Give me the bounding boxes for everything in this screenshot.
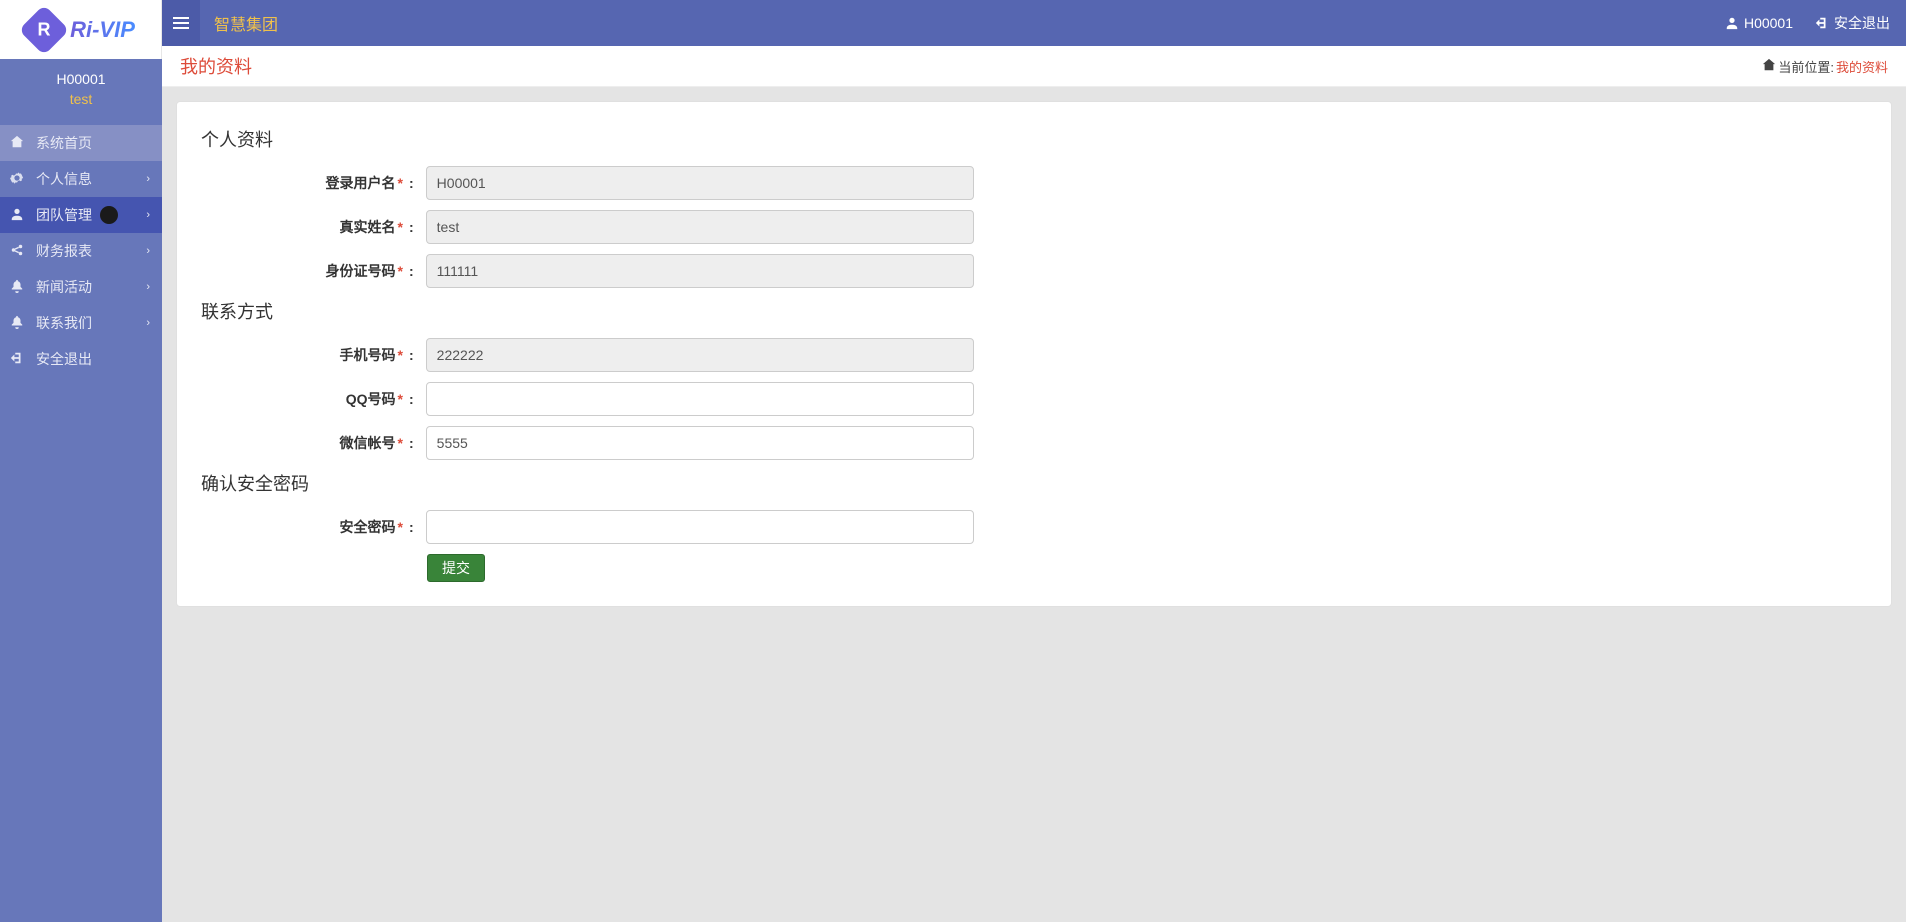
- breadcrumb-label: 当前位置:: [1778, 57, 1834, 76]
- sidebar-item-contact[interactable]: 联系我们 ›: [0, 305, 162, 341]
- input-mobile: [426, 338, 974, 372]
- input-realname: [426, 210, 974, 244]
- bell-icon: [10, 315, 26, 332]
- form-row-realname: 真实姓名*:: [201, 210, 1867, 244]
- chevron-right-icon: ›: [146, 317, 150, 329]
- input-wechat[interactable]: [426, 426, 974, 460]
- label-idnumber: 身份证号码*: [201, 261, 409, 281]
- label-safepwd: 安全密码*: [201, 517, 409, 537]
- chevron-right-icon: ›: [146, 245, 150, 257]
- form-row-username: 登录用户名*:: [201, 166, 1867, 200]
- bell-icon: [10, 279, 26, 296]
- breadcrumb-current[interactable]: 我的资料: [1836, 57, 1888, 76]
- logo-icon: [19, 4, 70, 55]
- page-title: 我的资料: [180, 53, 252, 79]
- sidebar-item-label: 系统首页: [36, 133, 92, 153]
- form-panel: 个人资料 登录用户名*: 真实姓名*: 身份证号码*: 联系方式 手机号码*: …: [176, 101, 1892, 607]
- section-title-contact: 联系方式: [201, 298, 1867, 324]
- required-mark: *: [398, 391, 403, 407]
- label-username: 登录用户名*: [201, 173, 409, 193]
- sidebar-item-home[interactable]: 系统首页: [0, 125, 162, 161]
- section-title-personal: 个人资料: [201, 126, 1867, 152]
- home-icon: [10, 135, 26, 152]
- sidebar-item-label: 联系我们: [36, 313, 92, 333]
- sign-out-icon: [10, 351, 26, 368]
- topbar-user-label: H00001: [1744, 15, 1793, 31]
- label-wechat: 微信帐号*: [201, 433, 409, 453]
- sidebar-item-logout[interactable]: 安全退出: [0, 341, 162, 377]
- page-header: 我的资料 当前位置: 我的资料: [162, 46, 1906, 87]
- required-mark: *: [398, 435, 403, 451]
- required-mark: *: [398, 263, 403, 279]
- gear-icon: [10, 171, 26, 188]
- topbar-user-link[interactable]: H00001: [1725, 15, 1793, 31]
- label-realname: 真实姓名*: [201, 217, 409, 237]
- logo[interactable]: Ri-VIP: [0, 0, 162, 59]
- form-row-safepwd: 安全密码*:: [201, 510, 1867, 544]
- sidebar-item-news[interactable]: 新闻活动 ›: [0, 269, 162, 305]
- form-row-mobile: 手机号码*:: [201, 338, 1867, 372]
- label-qq: QQ号码*: [201, 389, 409, 409]
- sidebar-nav: 系统首页 个人信息 › 团队管理 › 财务报表 ›: [0, 125, 162, 377]
- sidebar-item-label: 个人信息: [36, 169, 92, 189]
- logo-text: Ri-VIP: [70, 17, 135, 43]
- sidebar-item-profile[interactable]: 个人信息 ›: [0, 161, 162, 197]
- topbar-right: H00001 安全退出: [1725, 13, 1890, 33]
- form-row-idnumber: 身份证号码*:: [201, 254, 1867, 288]
- user-icon: [10, 207, 26, 224]
- app-title: 智慧集团: [214, 11, 278, 35]
- input-qq[interactable]: [426, 382, 974, 416]
- sidebar: Ri-VIP H00001 test 系统首页 个人信息 › 团队管理 ›: [0, 0, 162, 922]
- sidebar-item-label: 财务报表: [36, 241, 92, 261]
- hot-badge-icon: [100, 206, 118, 224]
- sidebar-user-name: test: [0, 91, 162, 107]
- input-safepwd[interactable]: [426, 510, 974, 544]
- sidebar-item-label: 新闻活动: [36, 277, 92, 297]
- topbar: 智慧集团 H00001 安全退出: [162, 0, 1906, 46]
- sidebar-item-label: 团队管理: [36, 205, 92, 225]
- sidebar-item-finance[interactable]: 财务报表 ›: [0, 233, 162, 269]
- chevron-right-icon: ›: [146, 173, 150, 185]
- sidebar-item-label: 安全退出: [36, 349, 92, 369]
- sidebar-user-box: H00001 test: [0, 59, 162, 125]
- required-mark: *: [398, 519, 403, 535]
- menu-toggle-button[interactable]: [162, 0, 200, 46]
- hamburger-icon: [173, 17, 189, 29]
- chevron-right-icon: ›: [146, 209, 150, 221]
- form-row-wechat: 微信帐号*:: [201, 426, 1867, 460]
- input-username: [426, 166, 974, 200]
- required-mark: *: [398, 175, 403, 191]
- breadcrumb: 当前位置: 我的资料: [1762, 57, 1888, 76]
- sidebar-item-team[interactable]: 团队管理 ›: [0, 197, 162, 233]
- main-content: 我的资料 当前位置: 我的资料 个人资料 登录用户名*: 真实姓名*: 身份证号…: [162, 0, 1906, 922]
- topbar-logout-link[interactable]: 安全退出: [1815, 13, 1890, 33]
- submit-row: 提交: [427, 554, 1867, 582]
- share-icon: [10, 243, 26, 260]
- submit-button[interactable]: 提交: [427, 554, 485, 582]
- required-mark: *: [398, 347, 403, 363]
- input-idnumber: [426, 254, 974, 288]
- user-icon: [1725, 16, 1739, 30]
- label-mobile: 手机号码*: [201, 345, 409, 365]
- chevron-right-icon: ›: [146, 281, 150, 293]
- home-icon: [1762, 58, 1776, 75]
- required-mark: *: [398, 219, 403, 235]
- sign-out-icon: [1815, 16, 1829, 30]
- section-title-confirm: 确认安全密码: [201, 470, 1867, 496]
- form-row-qq: QQ号码*:: [201, 382, 1867, 416]
- topbar-logout-label: 安全退出: [1834, 13, 1890, 33]
- sidebar-user-id: H00001: [0, 71, 162, 87]
